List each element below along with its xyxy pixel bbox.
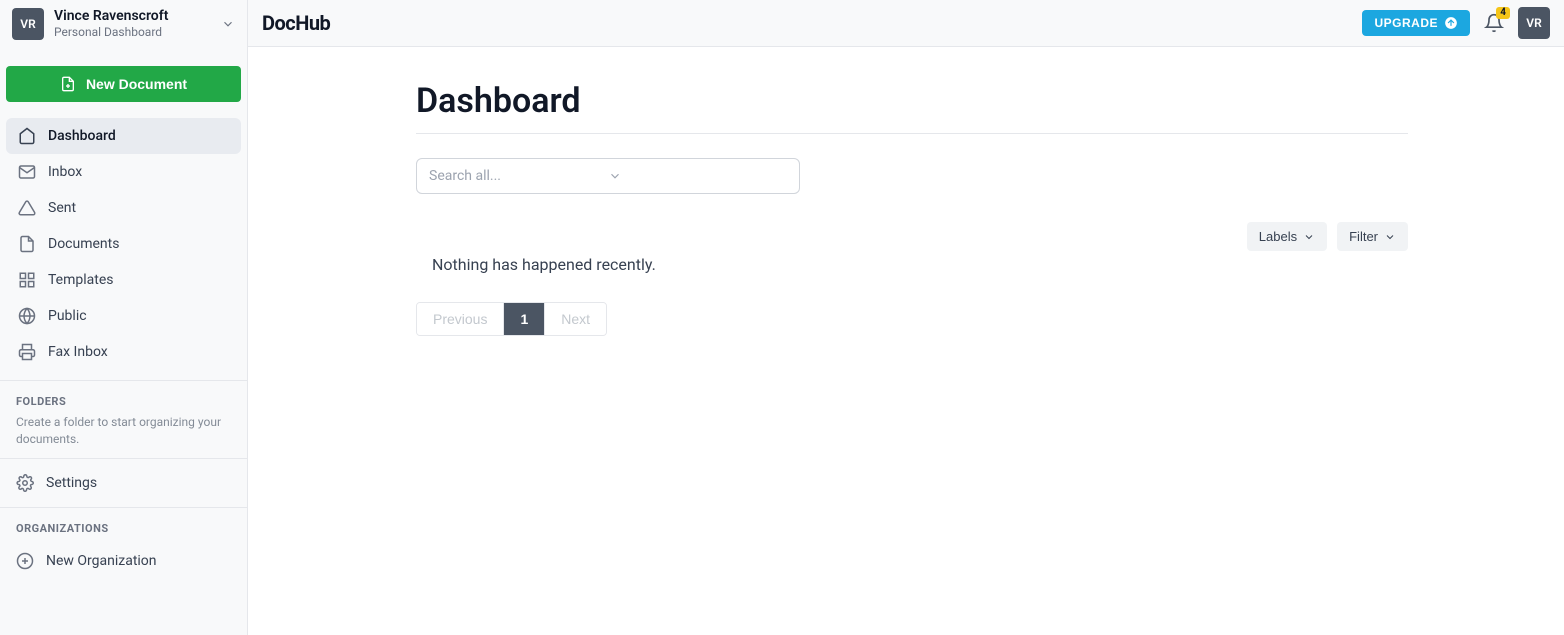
inbox-icon (18, 163, 36, 181)
account-switcher[interactable]: VR Vince Ravenscroft Personal Dashboard (0, 0, 247, 48)
filter-dropdown[interactable]: Filter (1337, 222, 1408, 251)
search-input[interactable]: Search all... (416, 158, 800, 194)
filter-label: Filter (1349, 229, 1378, 244)
sidebar-item-dashboard[interactable]: Dashboard (6, 118, 241, 154)
sidebar: VR Vince Ravenscroft Personal Dashboard … (0, 0, 248, 635)
sidebar-item-sent[interactable]: Sent (6, 190, 241, 226)
templates-icon (18, 271, 36, 289)
pagination-page-1[interactable]: 1 (504, 303, 545, 335)
sidebar-item-public[interactable]: Public (6, 298, 241, 334)
chevron-down-icon (608, 169, 787, 183)
sidebar-item-templates[interactable]: Templates (6, 262, 241, 298)
user-name: Vince Ravenscroft (54, 8, 221, 25)
sidebar-item-label: Templates (48, 272, 114, 288)
upgrade-label: UPGRADE (1374, 16, 1438, 30)
pagination-next[interactable]: Next (545, 303, 606, 335)
file-plus-icon (60, 76, 76, 92)
sent-icon (18, 199, 36, 217)
sidebar-item-label: Public (48, 308, 87, 324)
arrow-up-circle-icon (1444, 16, 1458, 30)
sidebar-item-label: New Organization (46, 553, 157, 569)
notification-badge: 4 (1496, 7, 1510, 19)
empty-state-message: Nothing has happened recently. (432, 255, 1408, 274)
document-icon (18, 235, 36, 253)
labels-dropdown[interactable]: Labels (1247, 222, 1327, 251)
organizations-section: ORGANIZATIONS New Organization (0, 507, 247, 589)
user-menu-avatar[interactable]: VR (1518, 7, 1550, 39)
search-placeholder: Search all... (429, 168, 608, 184)
pagination: Previous 1 Next (416, 302, 607, 336)
fax-icon (18, 343, 36, 361)
sidebar-item-documents[interactable]: Documents (6, 226, 241, 262)
sidebar-item-label: Documents (48, 236, 119, 252)
topbar: DocHub UPGRADE 4 VR (248, 0, 1564, 47)
organizations-title: ORGANIZATIONS (16, 522, 231, 535)
upgrade-button[interactable]: UPGRADE (1362, 10, 1470, 36)
sidebar-item-label: Sent (48, 200, 76, 216)
notifications-button[interactable]: 4 (1484, 13, 1504, 33)
new-organization-button[interactable]: New Organization (16, 543, 231, 579)
gear-icon (16, 474, 34, 492)
new-document-button[interactable]: New Document (6, 66, 241, 102)
sidebar-item-label: Inbox (48, 164, 82, 180)
plus-circle-icon (16, 552, 34, 570)
sidebar-item-label: Settings (46, 475, 97, 491)
content: Dashboard Search all... Labels Filter No… (416, 47, 1408, 336)
page-title: Dashboard (416, 81, 1408, 134)
sidebar-item-label: Dashboard (48, 128, 116, 144)
folders-help: Create a folder to start organizing your… (16, 414, 231, 448)
user-subtitle: Personal Dashboard (54, 25, 221, 39)
logo[interactable]: DocHub (262, 11, 330, 35)
chevron-down-icon (1384, 231, 1396, 243)
avatar: VR (12, 8, 44, 40)
new-document-label: New Document (86, 76, 187, 92)
main-area: DocHub UPGRADE 4 VR Dashboard Search all… (248, 0, 1564, 635)
sidebar-item-settings[interactable]: Settings (16, 465, 231, 501)
folders-section: FOLDERS Create a folder to start organiz… (0, 380, 247, 458)
chevron-down-icon (1303, 231, 1315, 243)
sidebar-item-fax-inbox[interactable]: Fax Inbox (6, 334, 241, 370)
pagination-previous[interactable]: Previous (417, 303, 504, 335)
sidebar-item-label: Fax Inbox (48, 344, 108, 360)
folders-title: FOLDERS (16, 395, 231, 408)
globe-icon (18, 307, 36, 325)
home-icon (18, 127, 36, 145)
chevron-down-icon (221, 17, 235, 31)
labels-label: Labels (1259, 229, 1297, 244)
sidebar-item-inbox[interactable]: Inbox (6, 154, 241, 190)
